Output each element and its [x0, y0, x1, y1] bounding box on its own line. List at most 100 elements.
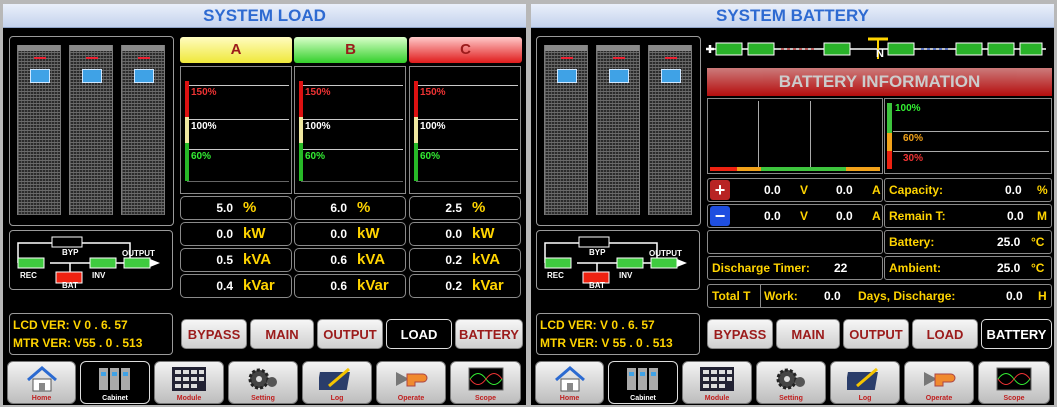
nav-scope[interactable]: Scope — [450, 361, 521, 404]
minus-voltage: 0.0 — [764, 209, 781, 223]
system-battery-panel: SYSTEM BATTERY N BATTERY INFORMATION 100… — [531, 4, 1054, 405]
gauge-tick: 60% — [420, 151, 441, 162]
cabinet-unit — [17, 45, 61, 215]
nav-module[interactable]: Module — [154, 361, 224, 404]
tab-main[interactable]: MAIN — [776, 319, 840, 349]
bat-label: BAT — [589, 281, 605, 290]
mtr-version: MTR VER: V 55 . 0 . 513 — [540, 336, 673, 350]
byp-label: BYP — [589, 248, 606, 257]
phase-c-load-pct: 2.5% — [409, 196, 521, 220]
cabinet-unit — [121, 45, 165, 215]
output-label: OUTPUT — [649, 249, 682, 258]
gear-icon — [776, 368, 805, 390]
phase-a-gauge: 150% 100% 60% — [180, 66, 292, 194]
gauge-tick: 100% — [420, 121, 446, 132]
cabinet-icon — [99, 368, 130, 390]
phase-c-kvar: 0.2 kVar — [409, 274, 521, 298]
tab-output[interactable]: OUTPUT — [843, 319, 909, 349]
nav-home[interactable]: Home — [7, 361, 76, 404]
log-icon — [319, 367, 350, 390]
phase-b-header: B — [294, 37, 407, 63]
output-label: OUTPUT — [122, 249, 155, 258]
inv-label: INV — [619, 271, 633, 280]
power-flow-diagram: BYP REC INV OUTPUT BAT — [9, 230, 173, 290]
home-icon — [26, 366, 57, 392]
cabinet-graphic — [536, 36, 701, 226]
cabinet-graphic — [9, 36, 174, 226]
nav-setting[interactable]: Setting — [228, 361, 298, 404]
phase-c-kva: 0.2 kVA — [409, 248, 521, 272]
gauge-tick: 100% — [895, 103, 921, 114]
discharge-timer-value: 22 — [834, 261, 848, 275]
system-load-panel: SYSTEM LOAD A B C 150% 100% 60% 150% 100… — [3, 4, 526, 405]
phase-a-load-pct: 5.0% — [180, 196, 292, 220]
plus-current: 0.0 — [836, 183, 853, 197]
cabinet-unit — [69, 45, 113, 215]
cabinet-unit — [596, 45, 640, 215]
nav-module[interactable]: Module — [682, 361, 752, 404]
gauge-tick: 60% — [305, 151, 326, 162]
gauge-tick: 150% — [420, 87, 446, 98]
tab-bypass[interactable]: BYPASS — [707, 319, 773, 349]
battery-information-banner: BATTERY INFORMATION — [707, 68, 1052, 96]
rec-label: REC — [547, 271, 564, 280]
minus-icon: − — [710, 206, 730, 226]
panel-title: SYSTEM BATTERY — [531, 4, 1054, 28]
phase-a-kvar: 0.4 kVar — [180, 274, 292, 298]
ambient-temp-value: 25.0 — [997, 261, 1021, 275]
module-icon — [700, 367, 734, 391]
mtr-version: MTR VER: V55 . 0 . 513 — [13, 336, 143, 350]
ambient-temp-row: Ambient: 25.0 °C — [884, 256, 1052, 280]
version-box: LCD VER: V 0 . 6. 57 MTR VER: V 55 . 0 .… — [536, 313, 700, 355]
capacity-row: Capacity: 0.0 % — [884, 178, 1052, 202]
phase-b-kva: 0.6 kVA — [294, 248, 406, 272]
gear-icon — [248, 368, 277, 390]
nav-log[interactable]: Log — [302, 361, 372, 404]
cabinet-unit — [544, 45, 588, 215]
gauge-tick: 60% — [191, 151, 212, 162]
panel-title: SYSTEM LOAD — [3, 4, 526, 28]
tab-bypass[interactable]: BYPASS — [181, 319, 247, 349]
work-value: 0.0 — [824, 289, 841, 303]
gauge-tick: 150% — [305, 87, 331, 98]
gauge-tick: 100% — [191, 121, 217, 132]
phase-c-header: C — [409, 37, 522, 63]
cabinet-unit — [648, 45, 692, 215]
phase-b-gauge: 150% 100% 60% — [294, 66, 406, 194]
phase-a-kva: 0.5 kVA — [180, 248, 292, 272]
gauge-tick: 30% — [903, 153, 924, 164]
tab-battery[interactable]: BATTERY — [981, 319, 1052, 349]
power-flow-lines — [544, 236, 687, 284]
nav-cabinet[interactable]: Cabinet — [80, 361, 150, 404]
scope-icon — [996, 367, 1032, 391]
phase-a-kw: 0.0 kW — [180, 222, 292, 246]
plus-voltage: 0.0 — [764, 183, 781, 197]
nav-home[interactable]: Home — [535, 361, 604, 404]
battery-empty-row — [707, 230, 883, 254]
phase-c-kw: 0.0 kW — [409, 222, 521, 246]
phase-b-kvar: 0.6 kVar — [294, 274, 406, 298]
gauge-tick: 60% — [903, 133, 924, 144]
battery-plus-row: + 0.0 V 0.0 A — [707, 178, 883, 202]
phase-b-kw: 0.0 kW — [294, 222, 406, 246]
lcd-version: LCD VER: V 0 . 6. 57 — [540, 318, 655, 332]
battery-minus-row: − 0.0 V 0.0 A — [707, 204, 883, 228]
nav-scope[interactable]: Scope — [978, 361, 1050, 404]
nav-operate[interactable]: Operate — [376, 361, 446, 404]
nav-setting[interactable]: Setting — [756, 361, 826, 404]
tab-load[interactable]: LOAD — [912, 319, 978, 349]
remain-time-row: Remain T: 0.0 M — [884, 204, 1052, 228]
phase-c-gauge: 150% 100% 60% — [409, 66, 521, 194]
log-icon — [847, 367, 878, 390]
nav-operate[interactable]: Operate — [904, 361, 974, 404]
nav-log[interactable]: Log — [830, 361, 900, 404]
tab-main[interactable]: MAIN — [250, 319, 314, 349]
nav-cabinet[interactable]: Cabinet — [608, 361, 678, 404]
gauge-tick: 150% — [191, 87, 217, 98]
tab-load[interactable]: LOAD — [386, 319, 452, 349]
tab-battery[interactable]: BATTERY — [455, 319, 523, 349]
operate-icon — [924, 372, 956, 387]
minus-current: 0.0 — [836, 209, 853, 223]
tab-output[interactable]: OUTPUT — [317, 319, 383, 349]
phase-b-load-pct: 6.0% — [294, 196, 406, 220]
